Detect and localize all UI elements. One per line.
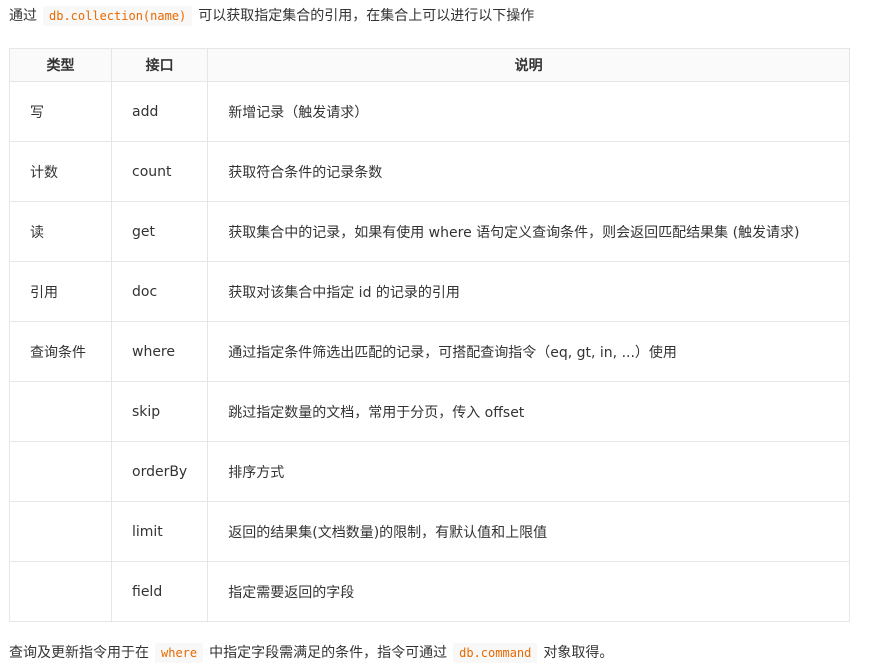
intro-suffix: 可以获取指定集合的引用，在集合上可以进行以下操作 (198, 8, 535, 24)
table-row: skip 跳过指定数量的文档，常用于分页，传入 offset (9, 381, 850, 442)
cell-api: add (110, 81, 209, 142)
api-table: 类型 接口 说明 写 add 新增记录（触发请求） 计数 count 获取符合条… (9, 48, 850, 622)
table-row: 引用 doc 获取对该集合中指定 id 的记录的引用 (9, 261, 850, 322)
table-row: 查询条件 where 通过指定条件筛选出匹配的记录，可搭配查询指令（eq, gt… (9, 321, 850, 382)
header-desc: 说明 (207, 48, 850, 82)
table-row: field 指定需要返回的字段 (9, 561, 850, 622)
outro-part2: 中指定字段需满足的条件，指令可通过 (209, 645, 448, 661)
table-row: 写 add 新增记录（触发请求） (9, 81, 850, 142)
table-row: 计数 count 获取符合条件的记录条数 (9, 141, 850, 202)
cell-type: 引用 (9, 261, 112, 322)
cell-desc: 跳过指定数量的文档，常用于分页，传入 offset (207, 381, 850, 442)
header-type: 类型 (9, 48, 112, 82)
cell-type: 计数 (9, 141, 112, 202)
cell-desc: 通过指定条件筛选出匹配的记录，可搭配查询指令（eq, gt, in, ...）使… (207, 321, 850, 382)
cell-type: 查询条件 (9, 321, 112, 382)
cell-api: where (110, 321, 209, 382)
cell-desc: 获取对该集合中指定 id 的记录的引用 (207, 261, 850, 322)
cell-desc: 指定需要返回的字段 (207, 561, 850, 622)
cell-type (9, 381, 112, 442)
cell-type (9, 561, 112, 622)
table-row: limit 返回的结果集(文档数量)的限制，有默认值和上限值 (9, 501, 850, 562)
cell-api: orderBy (110, 441, 209, 502)
inline-code-collection: db.collection(name) (43, 6, 193, 26)
intro-prefix: 通过 (9, 8, 37, 24)
cell-api: skip (110, 381, 209, 442)
inline-code-where: where (155, 643, 204, 663)
cell-api: limit (110, 501, 209, 562)
cell-desc: 获取集合中的记录，如果有使用 where 语句定义查询条件，则会返回匹配结果集 … (207, 201, 850, 262)
cell-api: count (110, 141, 209, 202)
cell-desc: 排序方式 (207, 441, 850, 502)
table-row: orderBy 排序方式 (9, 441, 850, 502)
cell-desc: 获取符合条件的记录条数 (207, 141, 850, 202)
cell-api: get (110, 201, 209, 262)
cell-type: 写 (9, 81, 112, 142)
cell-desc: 返回的结果集(文档数量)的限制，有默认值和上限值 (207, 501, 850, 562)
inline-code-command: db.command (453, 643, 538, 663)
outro-part3: 对象取得。 (543, 645, 614, 661)
cell-type (9, 441, 112, 502)
cell-api: doc (110, 261, 209, 322)
cell-type: 读 (9, 201, 112, 262)
cell-desc: 新增记录（触发请求） (207, 81, 850, 142)
cell-type (9, 501, 112, 562)
table-header-row: 类型 接口 说明 (9, 48, 850, 82)
outro-part1: 查询及更新指令用于在 (9, 645, 149, 661)
cell-api: field (110, 561, 209, 622)
table-row: 读 get 获取集合中的记录，如果有使用 where 语句定义查询条件，则会返回… (9, 201, 850, 262)
outro-paragraph: 查询及更新指令用于在 where 中指定字段需满足的条件，指令可通过 db.comma… (9, 642, 613, 664)
header-api: 接口 (110, 48, 209, 82)
intro-paragraph: 通过 db.collection(name) 可以获取指定集合的引用，在集合上可以进… (9, 5, 534, 27)
